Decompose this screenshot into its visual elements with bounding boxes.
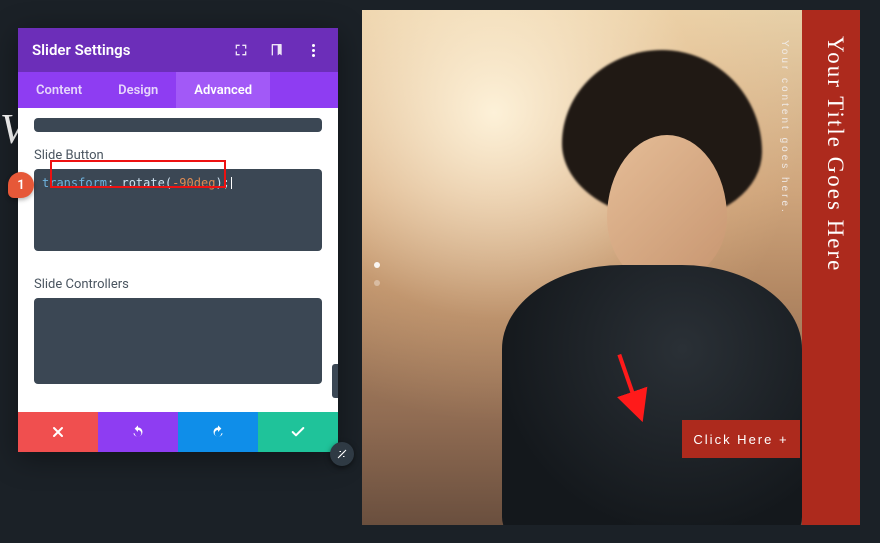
slide-nav-dots[interactable] xyxy=(374,262,380,286)
code-box-fragment[interactable] xyxy=(34,118,322,132)
cancel-button[interactable] xyxy=(18,412,98,452)
code-line: transform: rotate(-90deg); xyxy=(42,176,232,190)
slide-subtitle: Your content goes here. xyxy=(779,40,790,215)
kebab-menu-icon[interactable] xyxy=(302,39,324,61)
save-button[interactable] xyxy=(258,412,338,452)
tab-content[interactable]: Content xyxy=(18,72,100,108)
tab-advanced[interactable]: Advanced xyxy=(176,72,270,108)
panel-tabs: Content Design Advanced xyxy=(18,72,338,108)
expand-icon[interactable] xyxy=(230,39,252,61)
tab-design[interactable]: Design xyxy=(100,72,176,108)
slide-controllers-code-input[interactable] xyxy=(34,298,322,384)
undo-button[interactable] xyxy=(98,412,178,452)
slider-preview: Your Title Goes Here Your content goes h… xyxy=(362,10,860,525)
panel-header: Slider Settings xyxy=(18,28,338,72)
redo-button[interactable] xyxy=(178,412,258,452)
slide-button-code-input[interactable]: transform: rotate(-90deg); xyxy=(34,169,322,251)
slide-title: Your Title Goes Here xyxy=(822,36,848,272)
nav-dot[interactable] xyxy=(374,280,380,286)
panel-title: Slider Settings xyxy=(32,41,216,59)
resize-handle-icon[interactable] xyxy=(330,442,354,466)
book-icon[interactable] xyxy=(266,39,288,61)
cta-button[interactable]: Click Here + xyxy=(682,420,800,458)
slider-settings-panel: Slider Settings Content Design Advanced … xyxy=(18,28,338,452)
slide-controllers-label: Slide Controllers xyxy=(34,277,322,292)
nav-dot-active[interactable] xyxy=(374,262,380,268)
panel-body: Slide Button transform: rotate(-90deg); … xyxy=(18,108,338,412)
panel-action-bar xyxy=(18,412,338,452)
slide-button-label: Slide Button xyxy=(34,148,322,163)
annotation-badge-1: 1 xyxy=(8,172,34,198)
scrollbar-thumb[interactable] xyxy=(332,364,338,398)
